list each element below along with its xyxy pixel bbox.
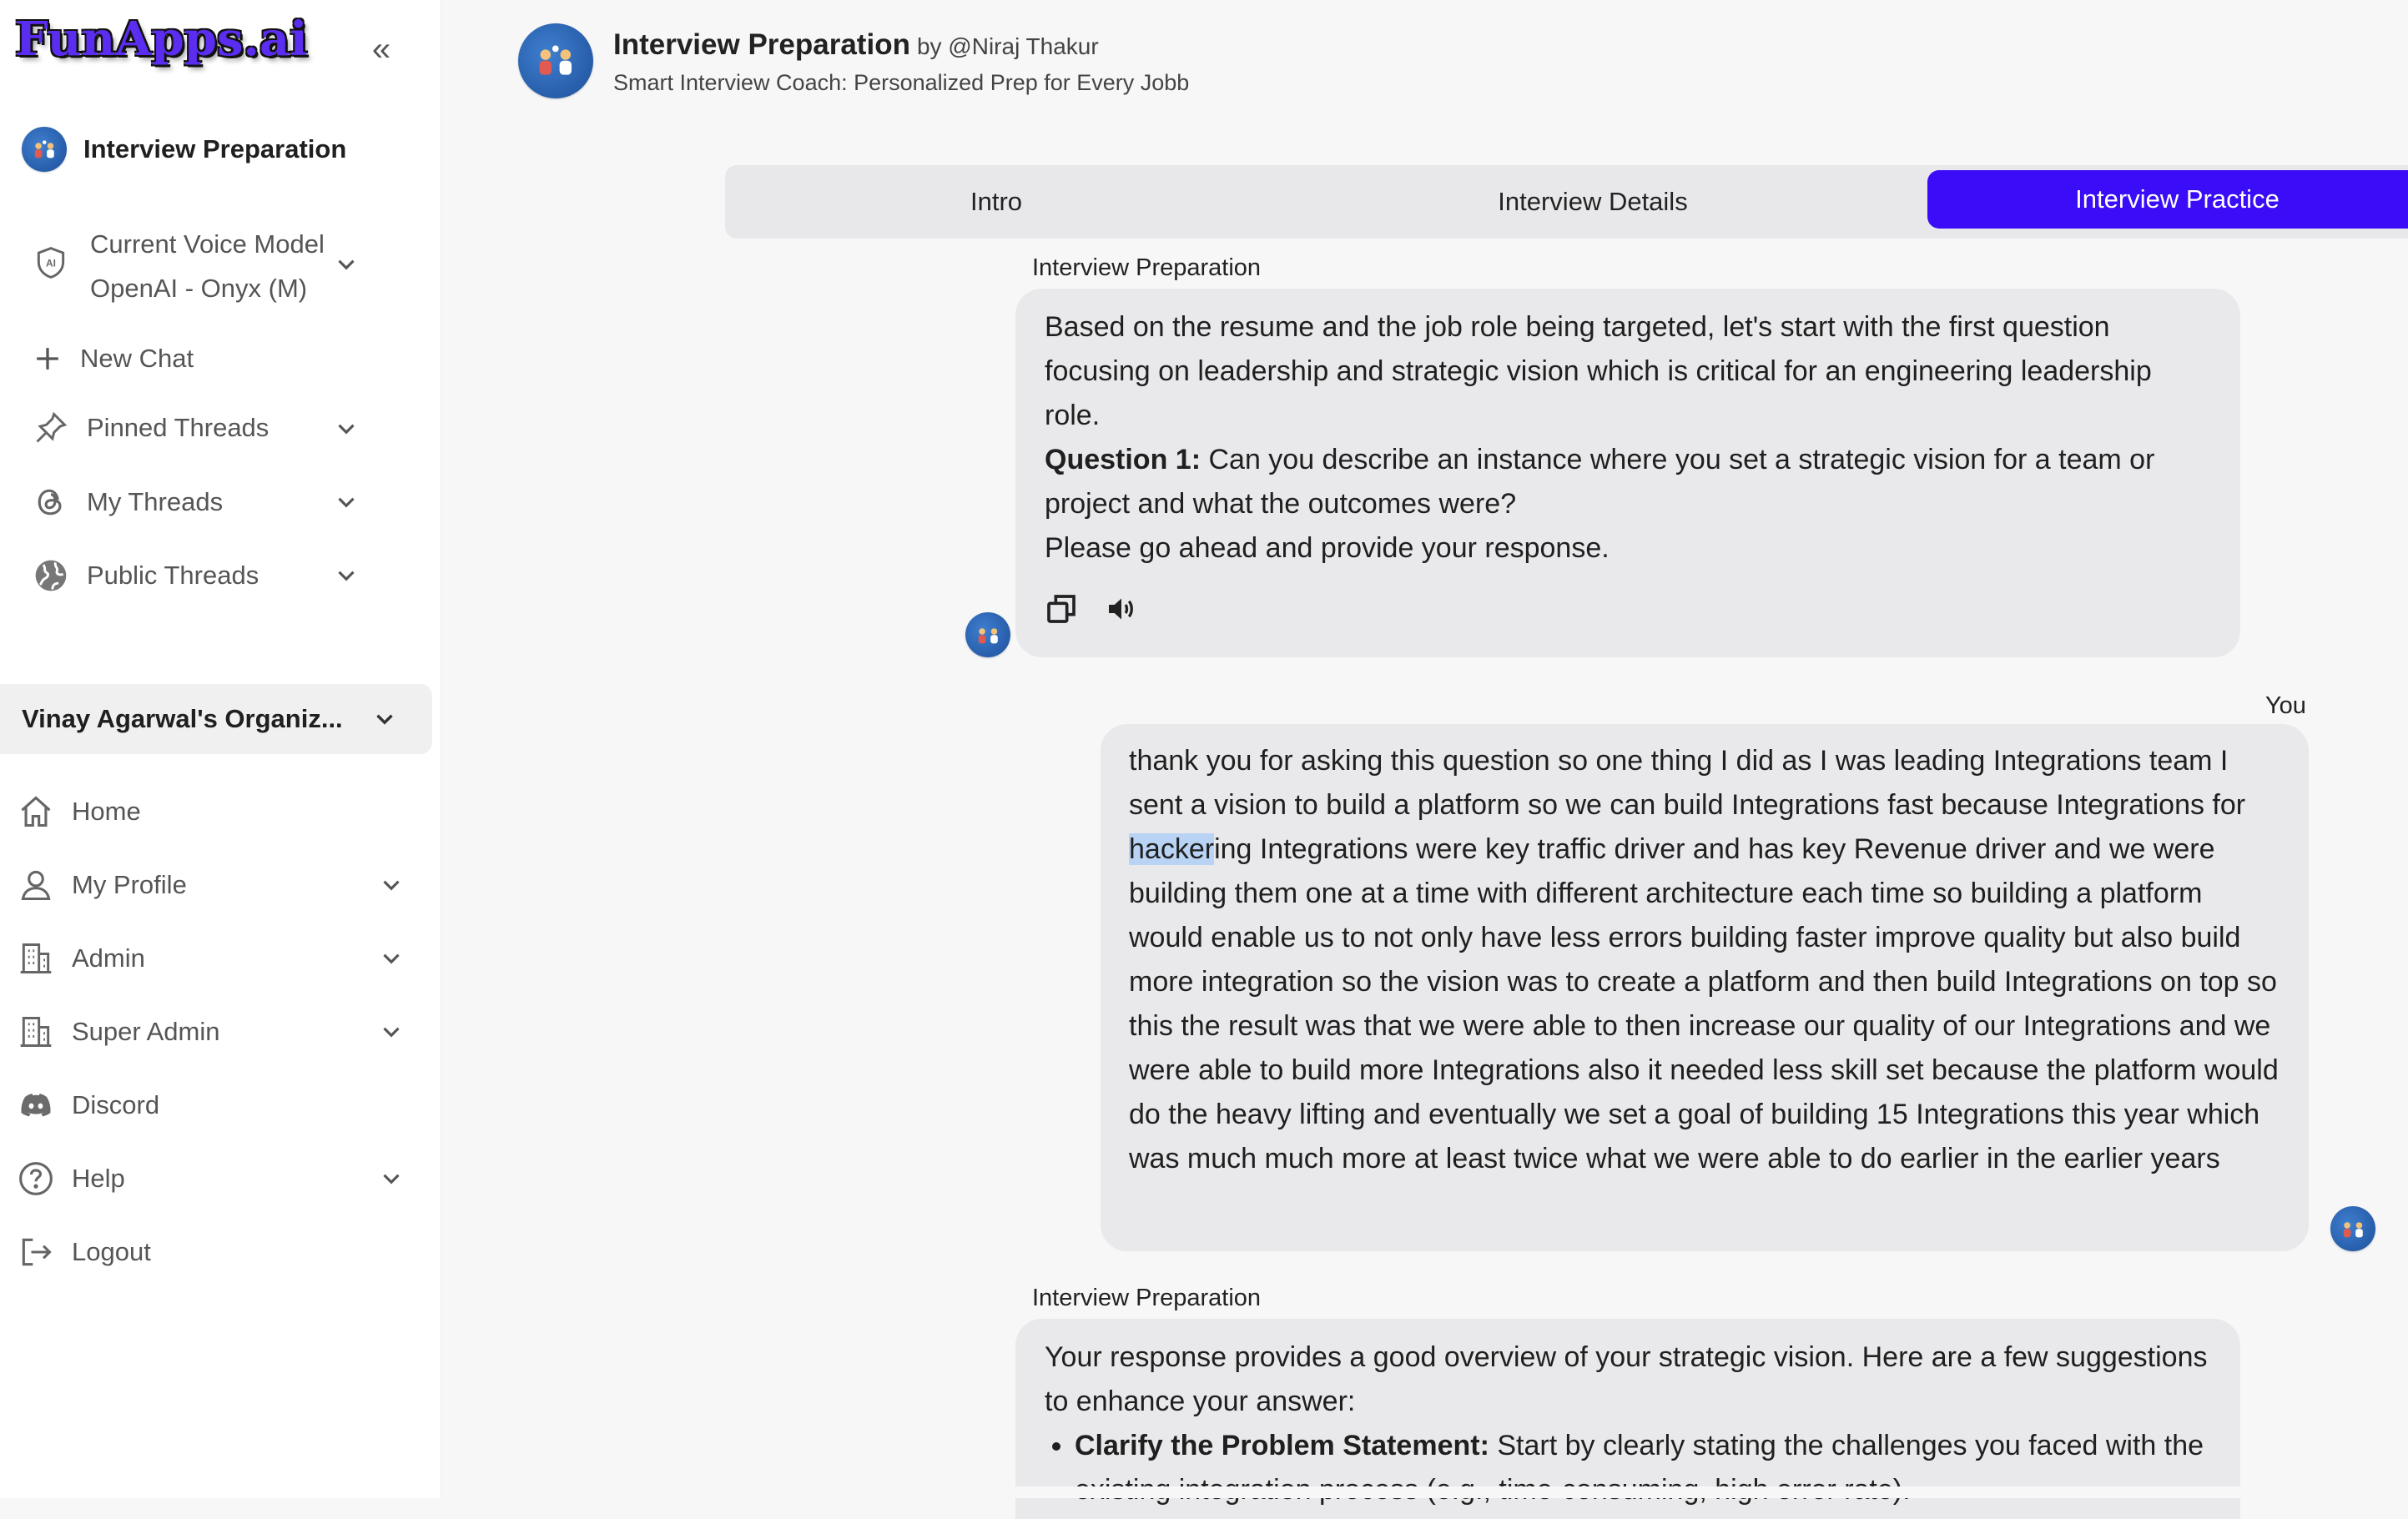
app-subtitle: Smart Interview Coach: Personalized Prep…: [613, 70, 1190, 95]
user-message-text: thank you for asking this question so on…: [1129, 739, 2279, 1181]
author-byline[interactable]: by @Niraj Thakur: [917, 33, 1099, 59]
tab-bar: Intro Interview Details Interview Practi…: [725, 165, 2408, 239]
chevron-down-icon[interactable]: [332, 488, 360, 516]
svg-text:AI: AI: [46, 258, 56, 269]
nav-admin[interactable]: Admin: [15, 938, 145, 979]
chevron-down-icon[interactable]: [377, 871, 406, 899]
message-text: Based on the resume and the job role bei…: [1045, 311, 2152, 431]
message-text: Please go ahead and provide your respons…: [1045, 532, 1610, 564]
user-icon: [15, 864, 57, 906]
pinned-threads-item[interactable]: Pinned Threads: [30, 407, 269, 449]
selected-text: hacker: [1129, 833, 1215, 865]
voice-model-label: Current Voice Model: [90, 229, 325, 259]
nav-logout-label: Logout: [72, 1237, 151, 1266]
viewport-edge: [441, 1486, 2408, 1498]
chevron-down-icon[interactable]: [332, 250, 360, 279]
nav-help[interactable]: Help: [15, 1158, 125, 1200]
message-actions: [1045, 592, 2212, 639]
tab-intro[interactable]: Intro: [725, 165, 1267, 239]
nav-help-label: Help: [72, 1164, 125, 1193]
app-avatar-icon: [518, 23, 593, 98]
building-icon: [15, 1011, 57, 1053]
organization-name: Vinay Agarwal's Organiz...: [22, 704, 343, 733]
globe-icon: [30, 555, 72, 596]
nav-super-admin[interactable]: Super Admin: [15, 1011, 220, 1053]
voice-model-selector[interactable]: AI Current Voice Model OpenAI - Onyx (M): [30, 222, 325, 310]
chevron-down-icon[interactable]: [377, 1164, 406, 1193]
nav-super-admin-label: Super Admin: [72, 1017, 220, 1046]
my-threads-item[interactable]: My Threads: [30, 481, 223, 523]
suggestion-label: Clarify the Problem Statement:: [1075, 1430, 1489, 1461]
building-icon: [15, 938, 57, 979]
nav-home[interactable]: Home: [15, 791, 141, 832]
tab-interview-practice[interactable]: Interview Practice: [1927, 170, 2408, 229]
user-avatar-icon: [2330, 1206, 2375, 1251]
pinned-threads-label: Pinned Threads: [87, 413, 270, 442]
chat-main: Interview Preparation by @Niraj Thakur Sm…: [441, 0, 2408, 1519]
chevron-down-icon[interactable]: [377, 944, 406, 973]
tab-interview-details[interactable]: Interview Details: [1292, 165, 1893, 239]
app-avatar-icon: [22, 127, 67, 172]
threads-icon: [30, 481, 72, 523]
nav-discord[interactable]: Discord: [15, 1084, 159, 1126]
message-sender: Interview Preparation: [1032, 254, 1262, 281]
new-chat-button[interactable]: New Chat: [27, 338, 194, 380]
funapps-logo[interactable]: FunApps.ai: [15, 12, 308, 67]
voice-model-value: OpenAI - Onyx (M): [90, 274, 308, 303]
plus-icon: [27, 338, 68, 380]
user-text-part: ing Integrations were key traffic driver…: [1129, 833, 2279, 1174]
list-item: Clarify the Problem Statement: Start by …: [1075, 1424, 2212, 1512]
chevron-down-icon[interactable]: [332, 415, 360, 443]
nav-my-profile[interactable]: My Profile: [15, 864, 187, 906]
logout-icon: [15, 1231, 57, 1273]
assistant-avatar-icon: [965, 612, 1010, 657]
chevron-down-icon[interactable]: [377, 1018, 406, 1046]
message-sender: Interview Preparation: [1032, 1285, 1262, 1311]
copy-icon[interactable]: [1045, 592, 1078, 639]
user-message: thank you for asking this question so on…: [1101, 724, 2309, 1251]
chevron-down-icon[interactable]: [332, 561, 360, 590]
nav-discord-label: Discord: [72, 1090, 160, 1119]
suggestion-list: Clarify the Problem Statement: Start by …: [1045, 1424, 2212, 1512]
chat-header-title: Interview Preparation by @Niraj Thakur: [613, 28, 1099, 62]
nav-logout[interactable]: Logout: [15, 1231, 151, 1273]
question-paragraph: Question 1: Can you describe an instance…: [1045, 438, 2212, 526]
ai-shield-icon: AI: [30, 242, 72, 284]
nav-admin-label: Admin: [72, 943, 145, 973]
app-name: Interview Preparation: [613, 28, 910, 61]
speaker-icon[interactable]: [1105, 592, 1138, 639]
discord-icon: [15, 1084, 57, 1126]
help-circle-icon: [15, 1158, 57, 1200]
nav-home-label: Home: [72, 797, 141, 826]
user-text-part: thank you for asking this question so on…: [1129, 745, 2246, 821]
message-sender-you: You: [2265, 692, 2306, 719]
question-text: Can you describe an instance where you s…: [1045, 444, 2155, 520]
chevron-down-icon: [376, 714, 393, 725]
my-threads-label: My Threads: [87, 487, 224, 516]
organization-selector[interactable]: Vinay Agarwal's Organiz...: [0, 684, 432, 754]
message-text: Your response provides a good overview o…: [1045, 1341, 2208, 1417]
sidebar: FunApps.ai « Interview Preparation AI Cu…: [0, 0, 441, 1498]
pin-icon: [30, 407, 72, 449]
assistant-message: Based on the resume and the job role bei…: [1015, 289, 2240, 657]
home-icon: [15, 791, 57, 832]
app-title: Interview Preparation: [83, 134, 347, 163]
collapse-sidebar-button[interactable]: «: [360, 28, 402, 70]
new-chat-label: New Chat: [80, 344, 194, 373]
nav-my-profile-label: My Profile: [72, 870, 187, 899]
question-label: Question 1:: [1045, 444, 1201, 475]
public-threads-label: Public Threads: [87, 561, 259, 590]
current-app[interactable]: Interview Preparation: [22, 127, 346, 172]
public-threads-item[interactable]: Public Threads: [30, 555, 259, 596]
